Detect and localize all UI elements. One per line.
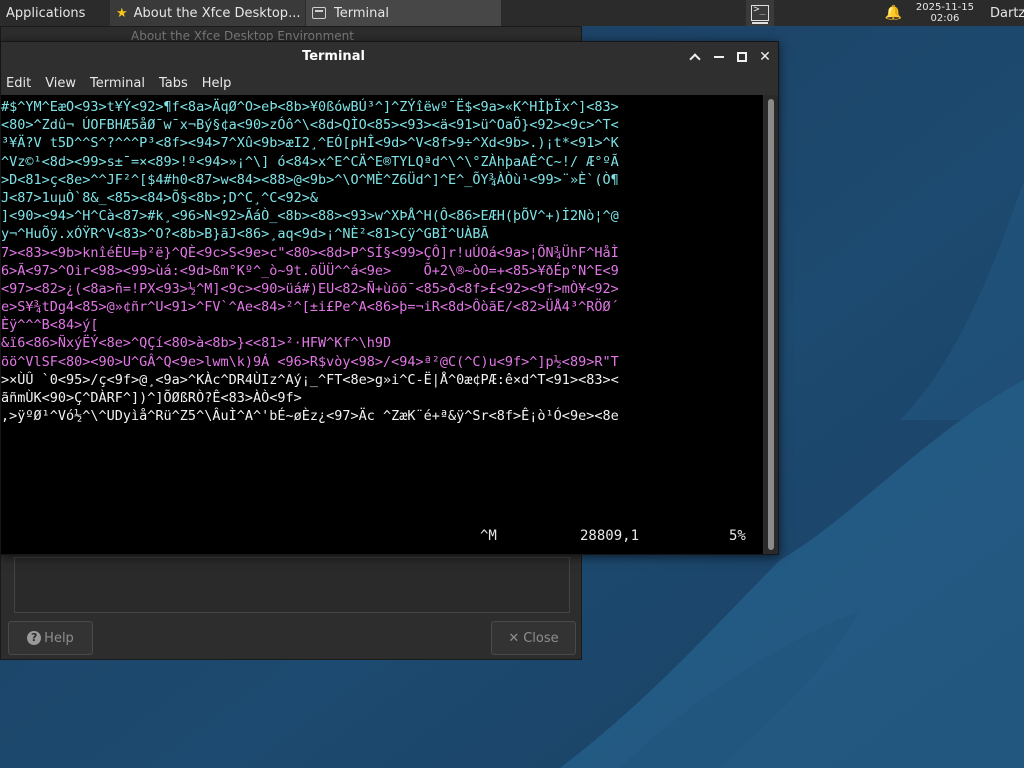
shade-button[interactable] [684, 42, 706, 71]
terminal-line: e>S¥¾tDg4<85>@»¢ñr^U<91>^FV`^Ae<84>²^[±i… [1, 299, 619, 316]
workspace-switcher-button[interactable] [746, 0, 775, 26]
clock[interactable]: 2025-11-15 02:06 [916, 2, 974, 24]
minimize-button[interactable] [708, 42, 730, 71]
terminal-output[interactable]: #$^YM^EæO<93>t¥Ý<92>¶f<8a>ÄqØ^O>eÞ<8b>¥0… [1, 95, 763, 554]
user-name: Dartz [990, 5, 1024, 21]
about-content-box [14, 557, 570, 613]
menu-edit[interactable]: Edit [1, 76, 37, 91]
editor-status-line: ^M 28809,1 5% [1, 527, 763, 547]
terminal-titlebar[interactable]: Terminal ✕ [1, 42, 778, 71]
scrollbar-thumb[interactable] [768, 99, 774, 550]
workspace-terminal-icon [751, 4, 770, 24]
status-keystroke: ^M [480, 528, 497, 544]
menu-help[interactable]: Help [197, 76, 238, 91]
clock-time: 02:06 [930, 13, 960, 24]
taskbar-item-label: Terminal [334, 5, 389, 21]
maximize-button[interactable] [731, 42, 753, 71]
terminal-window: Terminal ✕ Edit View Terminal Tabs Help … [0, 41, 779, 555]
top-panel: Applications ★ About the Xfce Desktop...… [0, 0, 1024, 26]
menu-terminal[interactable]: Terminal [85, 76, 151, 91]
terminal-line: >D<81>ç<8e>^^JF²^[$4#h0<87>w<84><88>@<9b… [1, 171, 619, 188]
status-cursor-position: 28809,1 [580, 528, 640, 544]
terminal-line: ãñmÙK<90>Ç^DÀRF^])^]ÕØßRÒ?Ê<83>ÀÒ<9f> [1, 390, 302, 406]
terminal-line: #$^YM^EæO<93>t¥Ý<92>¶f<8a>ÄqØ^O>eÞ<8b>¥0… [1, 99, 619, 115]
taskbar-item-about-xfce[interactable]: ★ About the Xfce Desktop... [110, 0, 306, 26]
help-button-label: Help [44, 630, 74, 646]
applications-menu-label: Applications [6, 5, 86, 21]
minimize-icon [714, 55, 724, 58]
taskbar-item-terminal[interactable]: Terminal [306, 0, 502, 26]
terminal-line: ,>ÿºØ¹^Vó½^\^UDyìå^Rü^Z5^\ÂuÌ^A^'bÉ~øÈz¿… [1, 408, 619, 425]
menu-tabs[interactable]: Tabs [154, 76, 194, 91]
terminal-scrollbar[interactable] [764, 95, 778, 554]
user-menu[interactable]: Dartz [984, 0, 1024, 26]
terminal-line: y¬^HuÕÿ.xÓŸR^V<83>^O?<8b>B}ãJ<86>¸aq<9d>… [1, 226, 489, 243]
close-icon: ✕ [508, 630, 520, 646]
notification-bell-icon[interactable]: 🔔 [884, 5, 901, 21]
close-button-label: Close [523, 630, 559, 646]
taskbar-item-label: About the Xfce Desktop... [133, 5, 301, 21]
applications-menu-button[interactable]: Applications [0, 0, 110, 26]
terminal-line: <80>^Zdû¬ ÚOFBHÆ5åØ¯w¯x¬Bý§¢a<90>zÓô^\<8… [1, 117, 619, 134]
terminal-line: 6>Ã<97>^Oir<98><99>ùá:<9d>ßm°Kº^_ò~9t.õÜ… [1, 262, 619, 279]
help-icon: ? [27, 631, 42, 645]
maximize-icon [737, 51, 747, 62]
terminal-line: 7><83><9b>knîéÈU=þ²ë}^QÈ<9c>S<9e>c"<80><… [1, 244, 619, 261]
close-button[interactable]: ✕ Close [491, 621, 576, 655]
clock-date: 2025-11-15 [915, 2, 974, 13]
terminal-line: >×ÙÛ `0<95>/ç<9f>@¸<9a>^KÀc^DR4ÙIz^Aý¡_^… [1, 371, 619, 388]
window-close-button[interactable]: ✕ [754, 42, 776, 71]
terminal-line: ^Vz©¹<8d><99>s±¯=×<89>!º<94>»¡^\] ó<84>x… [1, 153, 619, 170]
star-icon: ★ [116, 5, 128, 21]
terminal-window-title: Terminal [302, 49, 365, 64]
chevron-up-icon [689, 52, 701, 65]
terminal-line: J<87>1uµÒ`8&_<85><84>Õ§<8b>;D^C¸^C<92>& [1, 189, 318, 206]
terminal-icon [312, 7, 326, 19]
close-icon: ✕ [759, 48, 771, 65]
terminal-line: &ï6<86>ÑxýËÝ<8e>^QÇí<80>à<8b>}<<81>²·HFW… [1, 335, 392, 352]
terminal-line: <97><82>¿(<8a>ñ=!PX<93>½^M]<9c><90>üá#)E… [1, 280, 619, 297]
terminal-line: ]<90><94>^H^Cà<87>#k¸<96>N<92>ÃáÒ_<8b><8… [1, 208, 619, 225]
terminal-menubar: Edit View Terminal Tabs Help [1, 71, 778, 95]
menu-view[interactable]: View [40, 76, 82, 91]
terminal-line: Èÿ^^^B<84>ý[ [1, 317, 99, 334]
terminal-line: ³¥Ä?V t5D^^S^?^^^P³<8f><94>7^Xû<9b>æI2¸^… [1, 135, 619, 152]
help-button[interactable]: ? Help [8, 621, 93, 655]
terminal-line: õö^VlSF<80><90>U^GÂ^Q<9e>lwm\k)9Á <96>R$… [1, 353, 619, 370]
status-scroll-percent: 5% [729, 528, 746, 544]
